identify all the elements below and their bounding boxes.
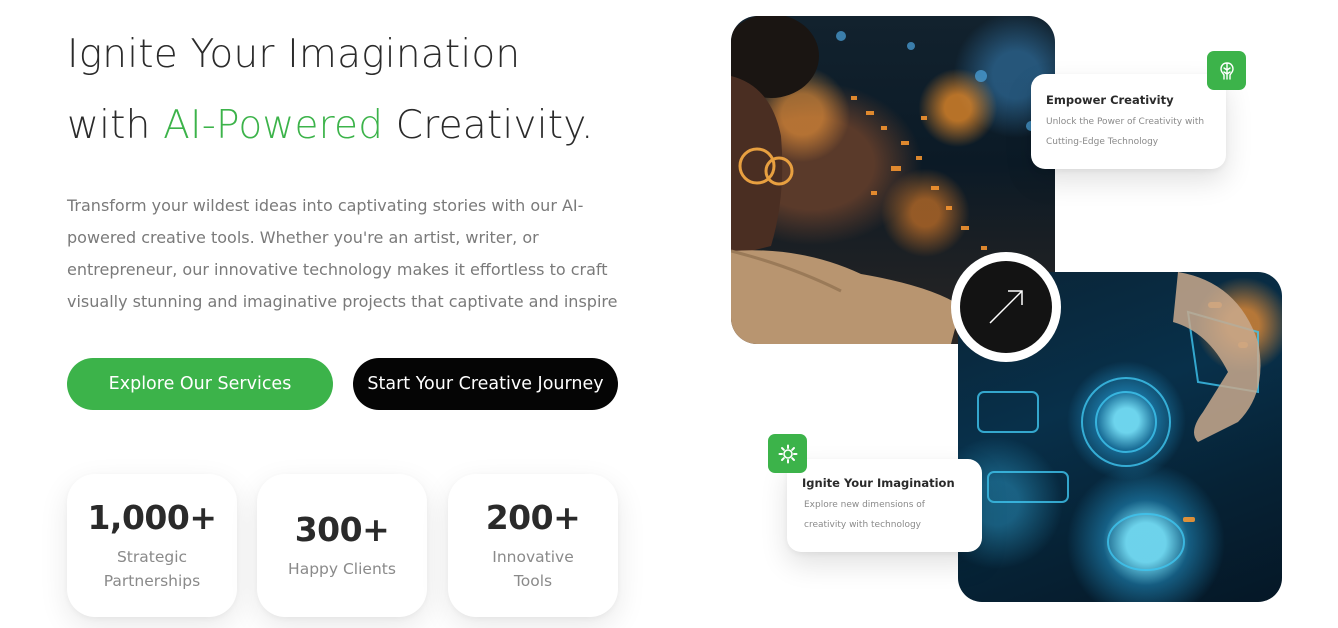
- card-title: Ignite Your Imagination: [802, 476, 955, 490]
- arrow-link-button[interactable]: [960, 261, 1052, 353]
- stat-card-clients: 300+ Happy Clients: [257, 474, 427, 617]
- stat-value: 1,000+: [87, 498, 217, 537]
- card-title: Empower Creativity: [1046, 93, 1174, 107]
- stat-value: 200+: [485, 498, 581, 537]
- stat-label: Strategic Partnerships: [104, 545, 200, 593]
- hero-title-accent: AI-Powered: [163, 103, 384, 148]
- stat-card-tools: 200+ Innovative Tools: [448, 474, 618, 617]
- stat-label-line1: Innovative: [492, 548, 574, 566]
- arrow-up-right-icon: [989, 290, 1023, 324]
- stat-label-line2: Partnerships: [103, 572, 201, 590]
- start-journey-button[interactable]: Start Your Creative Journey: [353, 358, 618, 410]
- stat-label-line2: Tools: [513, 572, 553, 590]
- brain-icon-badge: [1207, 51, 1246, 90]
- stat-label: Innovative Tools: [492, 545, 573, 593]
- stat-card-partnerships: 1,000+ Strategic Partnerships: [67, 474, 237, 617]
- card-description-line2: creativity with technology: [804, 520, 922, 530]
- card-description: Unlock the Power of Creativity with Cutti…: [1046, 112, 1221, 152]
- ignite-imagination-card: Ignite Your Imagination Explore new dime…: [787, 459, 982, 552]
- brain-icon: [1219, 61, 1234, 80]
- card-description: Explore new dimensions of creativity with…: [804, 495, 974, 535]
- card-description-line1: Explore new dimensions of: [804, 500, 925, 510]
- explore-services-button[interactable]: Explore Our Services: [67, 358, 333, 410]
- hero-description: Transform your wildest ideas into captiv…: [67, 196, 618, 311]
- hero-title-line1: Ignite Your Imagination: [67, 32, 521, 77]
- hero-title-line2: with AI-Powered Creativity.: [67, 103, 594, 148]
- stat-label: Happy Clients: [288, 560, 396, 578]
- stat-value: 300+: [294, 510, 390, 549]
- gear-icon: [778, 444, 797, 463]
- hero-title-prefix: with: [67, 103, 164, 148]
- empower-creativity-card: Empower Creativity Unlock the Power of C…: [1031, 74, 1226, 169]
- gear-icon-badge: [768, 434, 807, 473]
- stat-label-line1: Strategic: [116, 548, 188, 566]
- card-description-line1: Unlock the Power of Creativity with: [1046, 117, 1205, 127]
- hero-title-suffix: Creativity.: [383, 103, 594, 148]
- card-description-line2: Cutting-Edge Technology: [1046, 137, 1159, 147]
